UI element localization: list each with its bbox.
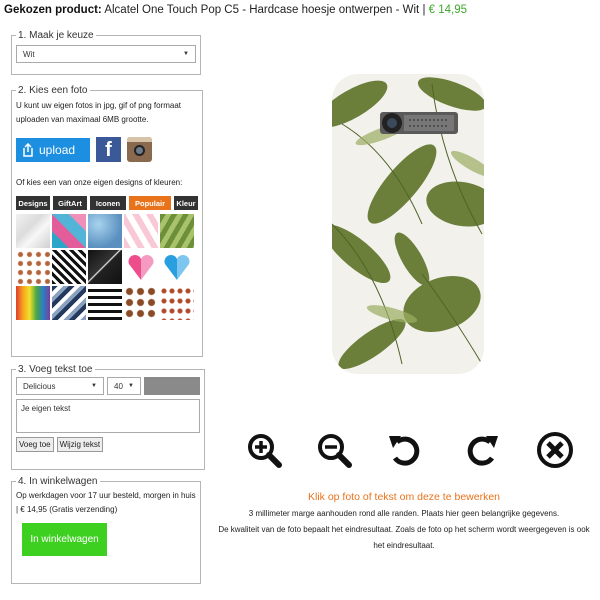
design-tile-chevron[interactable] [52, 250, 86, 284]
chevron-down-icon: ▼ [91, 383, 97, 389]
text-legend: 3. Voeg tekst toe [18, 364, 93, 375]
tab-giftart[interactable]: GiftArt [53, 196, 87, 210]
product-name: Alcatel One Touch Pop C5 - Hardcase hoes… [104, 4, 420, 16]
header-label: Gekozen product: [4, 4, 102, 16]
design-tile-black-marble[interactable] [88, 250, 122, 284]
add-text-button[interactable]: Voeg toe [16, 437, 54, 452]
edit-hint-text: Klik op foto of tekst om deze te bewerke… [307, 491, 501, 503]
design-tile-zigzag[interactable] [52, 286, 86, 320]
design-tile-heart-blue[interactable] [160, 250, 194, 284]
heart-icon [128, 255, 154, 280]
result-info: het eindresultaat. [373, 541, 435, 550]
design-tile-dots[interactable] [16, 250, 50, 284]
choice-legend: 1. Maak je keuze [18, 30, 94, 41]
designs-intro: Of kies een van onze eigen designs of kl… [16, 178, 183, 187]
tab-iconen[interactable]: Iconen [90, 196, 126, 210]
design-tile-marble[interactable] [16, 214, 50, 248]
design-tile-pattern[interactable] [160, 286, 194, 320]
product-price: € 14,95 [428, 4, 468, 16]
tab-designs[interactable]: Designs [16, 196, 50, 210]
chevron-down-icon: ▼ [183, 51, 189, 57]
heart-icon [164, 255, 190, 280]
upload-description: U kunt uw eigen fotos in jpg, gif of png… [16, 101, 181, 124]
cart-panel: 4. In winkelwagen Op werkdagen voor 17 u… [11, 476, 201, 584]
instagram-icon[interactable] [127, 137, 152, 162]
color-select-value: Wit [23, 49, 35, 59]
photo-legend: 2. Kies een foto [18, 85, 88, 96]
product-header: Gekozen product: Alcatel One Touch Pop C… [4, 4, 596, 16]
photo-panel: 2. Kies een foto U kunt uw eigen fotos i… [11, 85, 203, 357]
color-select[interactable]: Wit ▼ [16, 45, 196, 63]
upload-icon [23, 142, 33, 157]
chevron-down-icon: ▼ [128, 383, 134, 389]
tab-kleur[interactable]: Kleur [174, 196, 198, 210]
rotate-left-icon[interactable] [385, 430, 425, 470]
add-to-cart-button[interactable]: In winkelwagen [22, 523, 107, 556]
cart-legend: 4. In winkelwagen [18, 476, 98, 487]
design-tile-paint[interactable] [16, 286, 50, 320]
upload-row: upload f [16, 137, 198, 162]
edit-text-button[interactable]: Wijzig tekst [56, 437, 104, 452]
design-tile-green[interactable] [160, 214, 194, 248]
color-swatch[interactable] [144, 377, 200, 395]
text-buttons: Voeg toe Wijzig tekst [16, 437, 200, 452]
tab-populair[interactable]: Populair [129, 196, 171, 210]
delivery-text: Op werkdagen voor 17 uur besteld, morgen… [16, 491, 196, 514]
facebook-icon[interactable]: f [96, 137, 121, 162]
design-tile-blue[interactable] [88, 214, 122, 248]
header-separator: | [422, 4, 426, 16]
delete-icon[interactable] [535, 430, 575, 470]
rotate-right-icon[interactable] [462, 430, 502, 470]
font-row: Delicious ▼ 40 ▼ [16, 377, 200, 395]
zoom-in-icon[interactable] [244, 430, 284, 470]
font-select[interactable]: Delicious ▼ [16, 377, 104, 395]
design-tile-tropical[interactable] [52, 214, 86, 248]
text-input[interactable]: Je eigen tekst [16, 399, 200, 433]
design-grid [16, 214, 198, 320]
size-select[interactable]: 40 ▼ [107, 377, 141, 395]
choice-panel: 1. Maak je keuze Wit ▼ [11, 30, 201, 75]
design-tile-leopard[interactable] [124, 286, 158, 320]
margin-info: 3 millimeter marge aanhouden rond alle r… [248, 509, 560, 518]
phone-case-image [332, 74, 484, 374]
quality-info: De kwaliteit van de foto bepaalt het ein… [218, 525, 590, 534]
design-tile-heart-pink[interactable] [124, 250, 158, 284]
upload-label: upload [39, 142, 76, 157]
text-panel: 3. Voeg tekst toe Delicious ▼ 40 ▼ Je ei… [11, 364, 205, 470]
edit-hint: Klik op foto of tekst om deze te bewerke… [208, 491, 600, 503]
upload-button[interactable]: upload [16, 137, 90, 162]
size-select-value: 40 [114, 381, 123, 391]
design-tile-flamingo[interactable] [124, 214, 158, 248]
design-tabs: Designs GiftArt Iconen Populair Kleur [16, 196, 198, 210]
print-info: 3 millimeter marge aanhouden rond alle r… [208, 506, 600, 554]
design-tile-stripes[interactable] [88, 286, 122, 320]
phone-case-preview[interactable] [332, 74, 484, 374]
zoom-out-icon[interactable] [314, 430, 354, 470]
font-select-value: Delicious [23, 381, 56, 391]
